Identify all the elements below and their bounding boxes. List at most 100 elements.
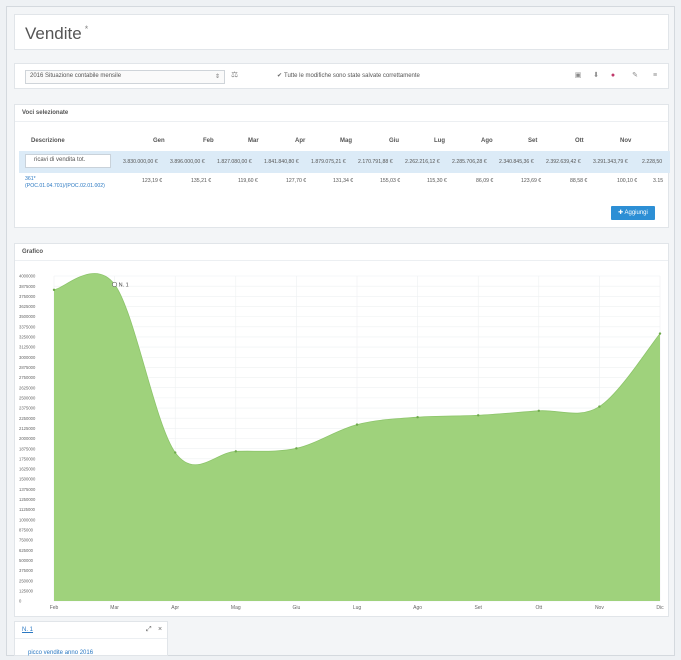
table-cell: 123,19 €	[142, 178, 163, 184]
y-tick-label: 1500000	[19, 477, 36, 482]
y-tick-label: 2375000	[19, 406, 36, 411]
y-tick-label: 1125000	[19, 507, 36, 512]
y-tick-label: 1250000	[19, 497, 36, 502]
y-tick-label: 1625000	[19, 467, 36, 472]
table-cell: 2.392.639,42 €	[546, 159, 581, 165]
table-cell: 135,21 €	[191, 178, 212, 184]
report-select-value: 2016 Situazione contabile mensile	[30, 73, 122, 79]
col-header-gen: Gen	[153, 138, 165, 144]
y-tick-label: 3750000	[19, 294, 36, 299]
table-cell: 2.340.845,36 €	[499, 159, 534, 165]
y-tick-label: 3500000	[19, 314, 36, 319]
data-point	[355, 423, 359, 426]
divider	[15, 121, 668, 122]
x-tick-label: Ott	[535, 605, 542, 611]
table-cell: 155,03 €	[380, 178, 401, 184]
y-tick-label: 2250000	[19, 416, 36, 421]
table-cell: 88,58 €	[570, 178, 588, 184]
y-tick-label: 2125000	[19, 426, 36, 431]
table-cell: 100,10 €	[617, 178, 638, 184]
y-tick-label: 2625000	[19, 385, 36, 390]
x-tick-label: Mar	[110, 605, 119, 611]
table-cell: 119,60 €	[238, 178, 258, 184]
y-tick-label: 0	[19, 599, 22, 604]
save-icon[interactable]: ▣	[572, 70, 584, 82]
y-tick-label: 2500000	[19, 395, 36, 400]
col-header-mag: Mag	[340, 138, 352, 144]
y-tick-label: 250000	[19, 578, 34, 583]
y-tick-label: 125000	[19, 588, 34, 593]
selected-items-panel: Voci selezionate Descrizione Gen Feb Mar…	[14, 104, 670, 228]
sync-icon[interactable]: ⚖	[231, 70, 238, 79]
x-tick-label: Ago	[413, 605, 422, 611]
check-icon: ✔	[277, 73, 283, 79]
col-header-lug: Lug	[434, 138, 445, 144]
x-tick-label: Feb	[50, 605, 59, 611]
annotation-title[interactable]: N. 1	[22, 627, 33, 633]
edit-icon[interactable]: ⤢	[146, 626, 152, 634]
lock-icon[interactable]: ●	[607, 70, 619, 82]
download-icon[interactable]: ⬇	[590, 70, 602, 82]
y-tick-label: 3375000	[19, 324, 36, 329]
data-point	[658, 332, 662, 335]
save-status: ✔ Tutte le modifiche sono state salvate c…	[277, 73, 420, 79]
menu-icon[interactable]: ≡	[649, 70, 661, 82]
table-cell: 1.827.080,00 €	[217, 159, 252, 165]
table-cell: 127,70 €	[286, 178, 307, 184]
data-point	[52, 288, 56, 292]
data-point	[234, 450, 237, 453]
item-link[interactable]: 361* (POC.01.04.701)/(POC.02.01.002)	[25, 176, 105, 190]
annotation-panel: N. 1 ⤢ × picco vendite anno 2016	[14, 621, 168, 656]
y-tick-label: 3625000	[19, 304, 36, 309]
link-icon[interactable]: ✎	[629, 70, 641, 82]
x-tick-label: Giu	[293, 605, 301, 611]
page-title: Vendite *	[25, 24, 89, 43]
table-cell: 1.879.075,21 €	[311, 159, 346, 165]
annotation-marker	[112, 281, 118, 287]
table-cell: 3.15	[653, 178, 664, 184]
x-tick-label: Nov	[595, 605, 604, 611]
table-cell: 2.228,50	[642, 159, 663, 165]
annotation-label: N. 1	[119, 282, 129, 288]
col-header-ago: Ago	[481, 138, 493, 144]
y-tick-label: 625000	[19, 548, 34, 553]
data-point	[295, 447, 298, 450]
divider	[15, 260, 668, 261]
data-point	[537, 409, 540, 413]
description-input[interactable]: ricavi di vendita tot.	[25, 154, 111, 168]
x-tick-label: Set	[474, 605, 482, 611]
table-cell: 3.896.000,00 €	[170, 159, 205, 165]
add-button[interactable]: ✚ Aggiungi	[611, 206, 655, 220]
area-chart[interactable]: 0 125000 250000 375000 500000 625000 750000 875…	[15, 262, 670, 618]
y-tick-label: 1750000	[19, 456, 36, 461]
table-cell: 115,30 €	[427, 178, 447, 184]
table-cell: 2.262.216,12 €	[405, 159, 440, 165]
x-tick-label: Lug	[353, 605, 362, 611]
y-tick-label: 3875000	[19, 284, 36, 289]
col-header-nov: Nov	[620, 138, 632, 144]
col-header-feb: Feb	[203, 138, 214, 144]
section-title: Voci selezionate	[22, 110, 69, 116]
y-tick-label: 750000	[19, 538, 34, 543]
chart-panel: Grafico 0 125000 250000 375000 500000 625000 7…	[14, 243, 669, 617]
y-tick-label: 3000000	[19, 355, 36, 360]
title-panel: Vendite *	[14, 14, 669, 50]
y-tick-label: 4000000	[19, 274, 36, 279]
y-tick-label: 875000	[19, 528, 34, 533]
toolbar: 2016 Situazione contabile mensile ⇕ ⚖ ✔ T…	[14, 63, 669, 89]
table-cell: 131,34 €	[333, 178, 354, 184]
annotation-text[interactable]: picco vendite anno 2016	[28, 650, 93, 656]
close-icon[interactable]: ×	[158, 626, 162, 633]
report-select[interactable]: 2016 Situazione contabile mensile ⇕	[25, 70, 225, 84]
y-tick-label: 3250000	[19, 335, 36, 340]
x-tick-label: Dic	[656, 605, 664, 611]
y-tick-label: 375000	[19, 568, 34, 573]
y-tick-label: 2750000	[19, 375, 36, 380]
y-tick-label: 1000000	[19, 517, 36, 522]
col-header-set: Set	[528, 138, 538, 144]
x-tick-label: Mag	[231, 605, 241, 611]
table-cell: 123,69 €	[521, 178, 542, 184]
data-point	[477, 414, 480, 417]
y-tick-label: 1375000	[19, 487, 36, 492]
col-header-descrizione: Descrizione	[31, 138, 65, 144]
